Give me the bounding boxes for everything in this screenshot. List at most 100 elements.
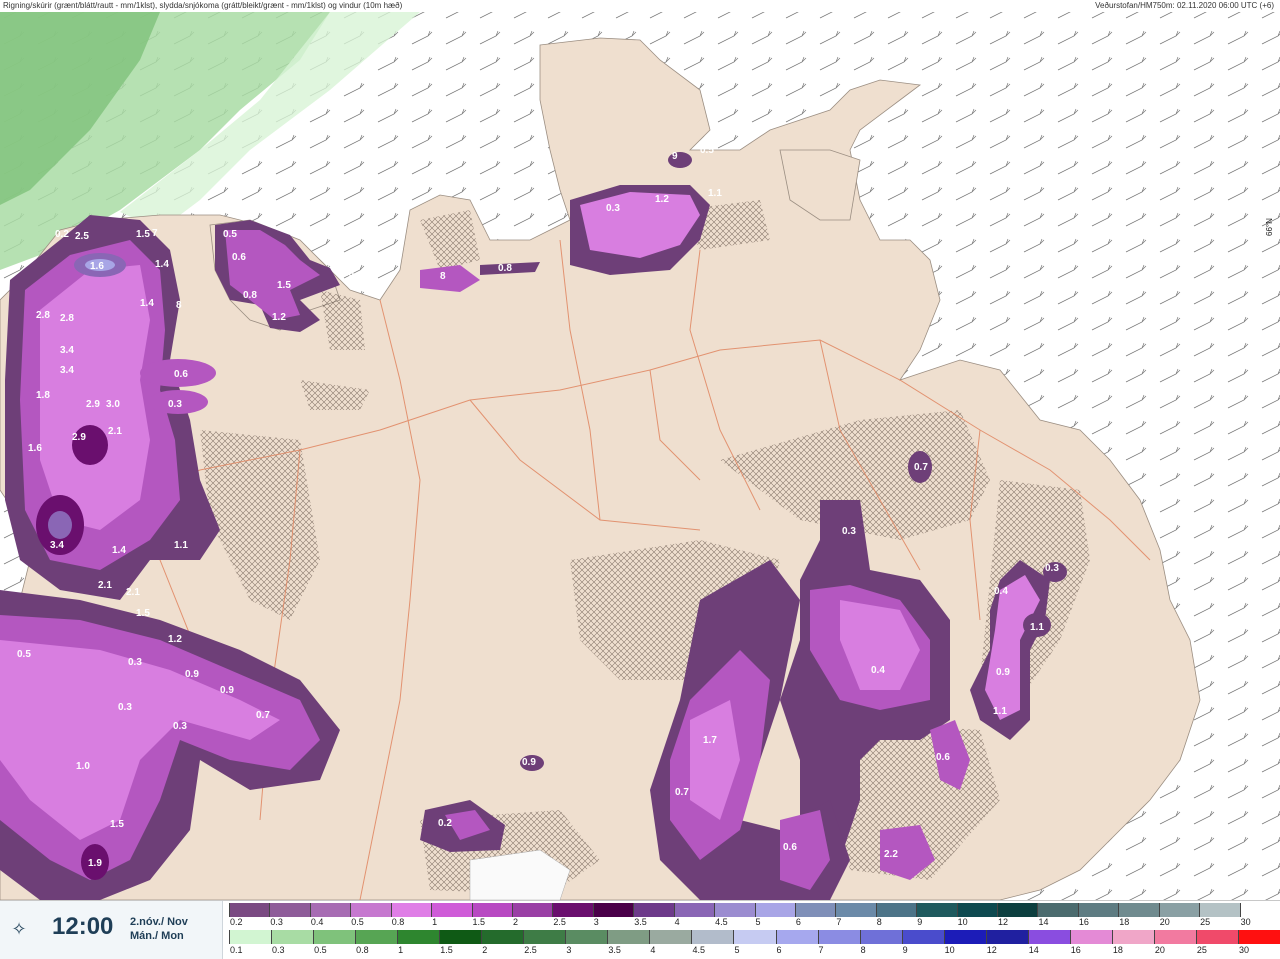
snow-legend-swatch xyxy=(1037,903,1079,917)
rain-legend-label: 2.5 xyxy=(524,945,537,955)
snow-legend-swatch xyxy=(1158,903,1201,917)
snow-legend-swatch xyxy=(835,903,877,917)
precip-value-label: 0.3 xyxy=(1045,563,1059,574)
precip-value-label: 0.3 xyxy=(173,721,187,732)
rain-legend-swatch xyxy=(481,930,525,944)
precip-value-label: 0.3 xyxy=(118,702,132,713)
precip-value-label: 0.5 xyxy=(700,145,714,156)
forecast-date-line1: 2.nóv./ Nov xyxy=(130,916,188,928)
snow-legend-label: 1.5 xyxy=(472,917,486,927)
time-selector[interactable]: ✧ 12:00 2.nóv./ Nov Mán./ Mon xyxy=(0,901,223,959)
snow-legend-label: 30 xyxy=(1240,917,1251,927)
precip-value-label: 1.2 xyxy=(272,312,286,323)
snow-legend-swatch xyxy=(1239,903,1280,917)
precip-value-label: 0.3 xyxy=(168,399,182,410)
precip-value-label: 2.1 xyxy=(126,587,140,598)
rain-legend-label: 0.5 xyxy=(314,945,327,955)
snow-legend-label: 0.8 xyxy=(391,917,405,927)
snow-legend-label: 2.5 xyxy=(553,917,566,927)
snow-legend-label: 2 xyxy=(512,917,518,927)
precip-value-label: 2.9 xyxy=(72,432,86,443)
snow-legend-swatch xyxy=(390,903,433,917)
precip-value-label: 1.1 xyxy=(708,188,722,199)
rain-legend-label: 0.1 xyxy=(230,945,243,955)
precip-value-label: 0.5 xyxy=(223,229,237,240)
rain-legend-swatch xyxy=(901,930,945,944)
rain-legend-label: 25 xyxy=(1196,945,1207,955)
precip-value-label: 3.0 xyxy=(106,399,120,410)
precip-value-label: 1.6 xyxy=(28,443,42,454)
rain-legend-swatch xyxy=(943,930,987,944)
forecast-date: 2.nóv./ Nov Mán./ Mon xyxy=(130,915,188,943)
snow-legend-swatch xyxy=(350,903,392,917)
rain-legend-label: 20 xyxy=(1154,945,1165,955)
snow-legend-label: 1 xyxy=(432,917,438,927)
snow-legend-swatch xyxy=(471,903,513,917)
precip-value-label: 0.9 xyxy=(996,667,1010,678)
snow-legend-swatch xyxy=(309,903,352,917)
rain-legend-swatch xyxy=(817,930,861,944)
map-title: Rigning/skúrir (grænt/blátt/rautt - mm/1… xyxy=(3,1,403,10)
snow-legend-label: 20 xyxy=(1159,917,1170,927)
rain-legend-swatch xyxy=(439,930,483,944)
rain-legend-swatch xyxy=(229,930,273,944)
snow-legend-label: 7 xyxy=(836,917,842,927)
rain-legend-swatch xyxy=(775,930,819,944)
rain-legend-label: 4.5 xyxy=(692,945,705,955)
rain-legend-label: 9 xyxy=(902,945,908,955)
precip-value-label: 0.8 xyxy=(498,263,512,274)
snow-legend-label: 3.5 xyxy=(634,917,647,927)
snow-legend-label: 0.4 xyxy=(310,917,324,927)
model-run-info: Veðurstofan/HM750m: 02.11.2020 06:00 UTC… xyxy=(1095,1,1274,10)
rain-legend-swatch xyxy=(691,930,735,944)
precip-value-label: 0.7 xyxy=(256,710,270,721)
rain-legend-swatch xyxy=(397,930,441,944)
snow-legend-label: 3 xyxy=(593,917,599,927)
precip-value-label: 0.3 xyxy=(128,657,142,668)
rain-legend-label: 30 xyxy=(1238,945,1249,955)
precip-value-label: 0.4 xyxy=(994,586,1008,597)
precip-value-label: 0.9 xyxy=(185,669,199,680)
snow-legend-swatch xyxy=(714,903,756,917)
rain-legend-swatch xyxy=(1195,930,1239,944)
precip-value-label: 0.4 xyxy=(871,665,885,676)
precip-value-label: 0.3 xyxy=(842,526,856,537)
precip-value-label: 0.6 xyxy=(936,752,950,763)
precip-value-label: 1.5 xyxy=(136,229,150,240)
weather-map[interactable]: 0.2 2.5 1.5 7 1.6 1.4 1.4 2.8 2.8 3.4 3.4 1.8 2.9 3.0… xyxy=(0,12,1280,900)
snow-legend-swatch xyxy=(1199,903,1241,917)
precip-value-label: 0.8 xyxy=(340,268,354,279)
precip-value-label: 1.2 xyxy=(655,194,669,205)
precip-value-label: 3.4 xyxy=(60,345,74,356)
precip-value-label: 0.3 xyxy=(606,203,620,214)
snow-legend-swatch xyxy=(794,903,837,917)
bottom-panel: ✧ 12:00 2.nóv./ Nov Mán./ Mon 0.2 0.3 0.4 0… xyxy=(0,900,1280,959)
rain-legend-label: 14 xyxy=(1028,945,1039,955)
precip-value-label: 9 xyxy=(672,151,678,162)
precip-value-label: 2.9 xyxy=(86,399,100,410)
precip-value-label: 0.5 xyxy=(17,649,31,660)
snow-legend-label: 14 xyxy=(1038,917,1049,927)
snow-legend-label: 0.3 xyxy=(270,917,283,927)
latitude-label: 66°N xyxy=(1265,218,1274,236)
rain-legend-label: 8 xyxy=(860,945,866,955)
rain-legend-swatch xyxy=(1237,930,1280,944)
rain-legend-swatch xyxy=(649,930,693,944)
precip-value-label: 2.8 xyxy=(60,313,74,324)
precip-value-label: 1.4 xyxy=(155,259,169,270)
snow-legend-label: 5 xyxy=(755,917,761,927)
clock-icon[interactable]: ✧ xyxy=(8,918,30,940)
rain-legend-swatch xyxy=(1027,930,1071,944)
rain-legend-swatch xyxy=(985,930,1029,944)
precip-value-label: 1.7 xyxy=(703,735,717,746)
rain-legend-label: 12 xyxy=(986,945,997,955)
snow-legend-swatch xyxy=(916,903,958,917)
precip-value-label: 3.4 xyxy=(50,540,64,551)
snow-legend-swatch xyxy=(956,903,999,917)
precip-value-label: 1.5 xyxy=(136,608,150,619)
rain-legend-swatch xyxy=(1069,930,1113,944)
rain-legend-label: 3 xyxy=(566,945,572,955)
snow-legend-swatch xyxy=(673,903,716,917)
precip-value-label: 1.0 xyxy=(76,761,90,772)
snow-legend-label: 9 xyxy=(917,917,923,927)
